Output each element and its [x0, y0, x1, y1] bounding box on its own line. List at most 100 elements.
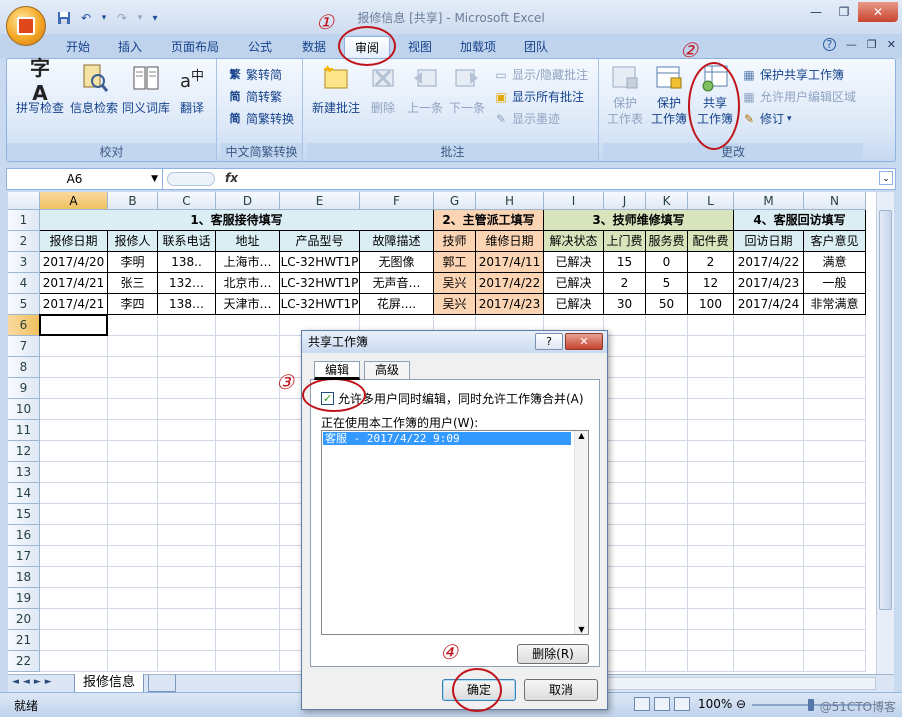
empty-cell[interactable]: [108, 378, 158, 399]
translate-button[interactable]: a中 翻译: [167, 63, 217, 116]
column-header[interactable]: G: [434, 192, 476, 210]
empty-cell[interactable]: [688, 315, 734, 336]
column-title-cell[interactable]: 产品型号: [280, 231, 360, 252]
row-header[interactable]: 3: [8, 252, 40, 273]
table-cell[interactable]: 2017/4/20: [40, 252, 108, 273]
empty-cell[interactable]: [216, 567, 280, 588]
row-header[interactable]: 11: [8, 420, 40, 441]
empty-cell[interactable]: [158, 357, 216, 378]
empty-cell[interactable]: [604, 483, 646, 504]
vertical-scroll-thumb[interactable]: [879, 210, 892, 610]
empty-cell[interactable]: [108, 525, 158, 546]
row-header[interactable]: 6: [8, 315, 40, 336]
user-list-item[interactable]: 客服 - 2017/4/22 9:09: [323, 432, 571, 445]
empty-cell[interactable]: [108, 483, 158, 504]
tab-insert[interactable]: 插入: [110, 36, 150, 58]
empty-cell[interactable]: [646, 462, 688, 483]
column-header[interactable]: C: [158, 192, 216, 210]
row-header[interactable]: 14: [8, 483, 40, 504]
section-header[interactable]: 3、技师维修填写: [544, 210, 734, 231]
empty-cell[interactable]: [734, 483, 804, 504]
empty-cell[interactable]: [40, 567, 108, 588]
table-cell[interactable]: 2017/4/23: [734, 273, 804, 294]
row-header[interactable]: 2: [8, 231, 40, 252]
table-cell[interactable]: 已解决: [544, 252, 604, 273]
normal-view-button[interactable]: [634, 697, 650, 711]
empty-cell[interactable]: [688, 567, 734, 588]
simp-to-trad-button[interactable]: 简简转繁: [227, 87, 283, 107]
minimize-button[interactable]: —: [802, 2, 830, 22]
empty-cell[interactable]: [646, 588, 688, 609]
empty-cell[interactable]: [688, 525, 734, 546]
column-title-cell[interactable]: 回访日期: [734, 231, 804, 252]
empty-cell[interactable]: [646, 483, 688, 504]
empty-cell[interactable]: [158, 609, 216, 630]
column-header[interactable]: H: [476, 192, 544, 210]
empty-cell[interactable]: [158, 504, 216, 525]
empty-cell[interactable]: [40, 504, 108, 525]
row-header[interactable]: 19: [8, 588, 40, 609]
table-cell[interactable]: LC-32HWT1P: [280, 294, 360, 315]
tab-data[interactable]: 数据: [294, 36, 334, 58]
empty-cell[interactable]: [216, 504, 280, 525]
empty-cell[interactable]: [604, 399, 646, 420]
trad-to-simp-button[interactable]: 繁繁转简: [227, 65, 283, 85]
empty-cell[interactable]: [688, 546, 734, 567]
tab-page-layout[interactable]: 页面布局: [162, 36, 228, 58]
table-cell[interactable]: 5: [646, 273, 688, 294]
sheet-navigation[interactable]: ◄◄►►: [12, 677, 56, 687]
users-list[interactable]: 客服 - 2017/4/22 9:09 ▲ ▼: [321, 430, 589, 635]
empty-cell[interactable]: [688, 399, 734, 420]
table-cell[interactable]: 吴兴: [434, 273, 476, 294]
formula-bar-splitter[interactable]: [167, 172, 215, 186]
table-cell[interactable]: 2: [688, 252, 734, 273]
table-cell[interactable]: 132…: [158, 273, 216, 294]
empty-cell[interactable]: [216, 462, 280, 483]
empty-cell[interactable]: [604, 357, 646, 378]
table-cell[interactable]: 花屏....: [360, 294, 434, 315]
research-button[interactable]: 信息检索: [67, 63, 121, 116]
empty-cell[interactable]: [158, 336, 216, 357]
column-header[interactable]: E: [280, 192, 360, 210]
allow-users-edit-button[interactable]: ▦ 允许用户编辑区域: [741, 87, 856, 107]
empty-cell[interactable]: [216, 399, 280, 420]
column-title-cell[interactable]: 客户意见: [804, 231, 866, 252]
page-break-view-button[interactable]: [674, 697, 690, 711]
tab-advanced[interactable]: 高级: [364, 361, 410, 379]
empty-cell[interactable]: [216, 651, 280, 672]
empty-cell[interactable]: [108, 399, 158, 420]
empty-cell[interactable]: [158, 588, 216, 609]
empty-cell[interactable]: [108, 651, 158, 672]
tab-formulas[interactable]: 公式: [240, 36, 280, 58]
empty-cell[interactable]: [646, 546, 688, 567]
workbook-restore-button[interactable]: ❐: [867, 38, 877, 51]
remove-user-button[interactable]: 删除(R): [517, 644, 589, 664]
empty-cell[interactable]: [646, 651, 688, 672]
formula-input[interactable]: [247, 171, 873, 187]
empty-cell[interactable]: [216, 378, 280, 399]
empty-cell[interactable]: [216, 420, 280, 441]
row-header[interactable]: 20: [8, 609, 40, 630]
empty-cell[interactable]: [158, 399, 216, 420]
table-cell[interactable]: 0: [646, 252, 688, 273]
show-ink-button[interactable]: ✎ 显示墨迹: [493, 109, 560, 129]
empty-cell[interactable]: [688, 462, 734, 483]
column-title-cell[interactable]: 解决状态: [544, 231, 604, 252]
row-header[interactable]: 13: [8, 462, 40, 483]
column-header[interactable]: F: [360, 192, 434, 210]
column-header[interactable]: I: [544, 192, 604, 210]
empty-cell[interactable]: [108, 546, 158, 567]
row-header[interactable]: 5: [8, 294, 40, 315]
empty-cell[interactable]: [688, 630, 734, 651]
zoom-out-icon[interactable]: ⊖: [736, 697, 746, 711]
empty-cell[interactable]: [688, 609, 734, 630]
active-cell-A6[interactable]: [39, 314, 108, 336]
row-header[interactable]: 7: [8, 336, 40, 357]
table-cell[interactable]: 2017/4/24: [734, 294, 804, 315]
empty-cell[interactable]: [40, 441, 108, 462]
empty-cell[interactable]: [604, 378, 646, 399]
empty-cell[interactable]: [734, 651, 804, 672]
empty-cell[interactable]: [604, 651, 646, 672]
empty-cell[interactable]: [804, 378, 866, 399]
empty-cell[interactable]: [604, 420, 646, 441]
